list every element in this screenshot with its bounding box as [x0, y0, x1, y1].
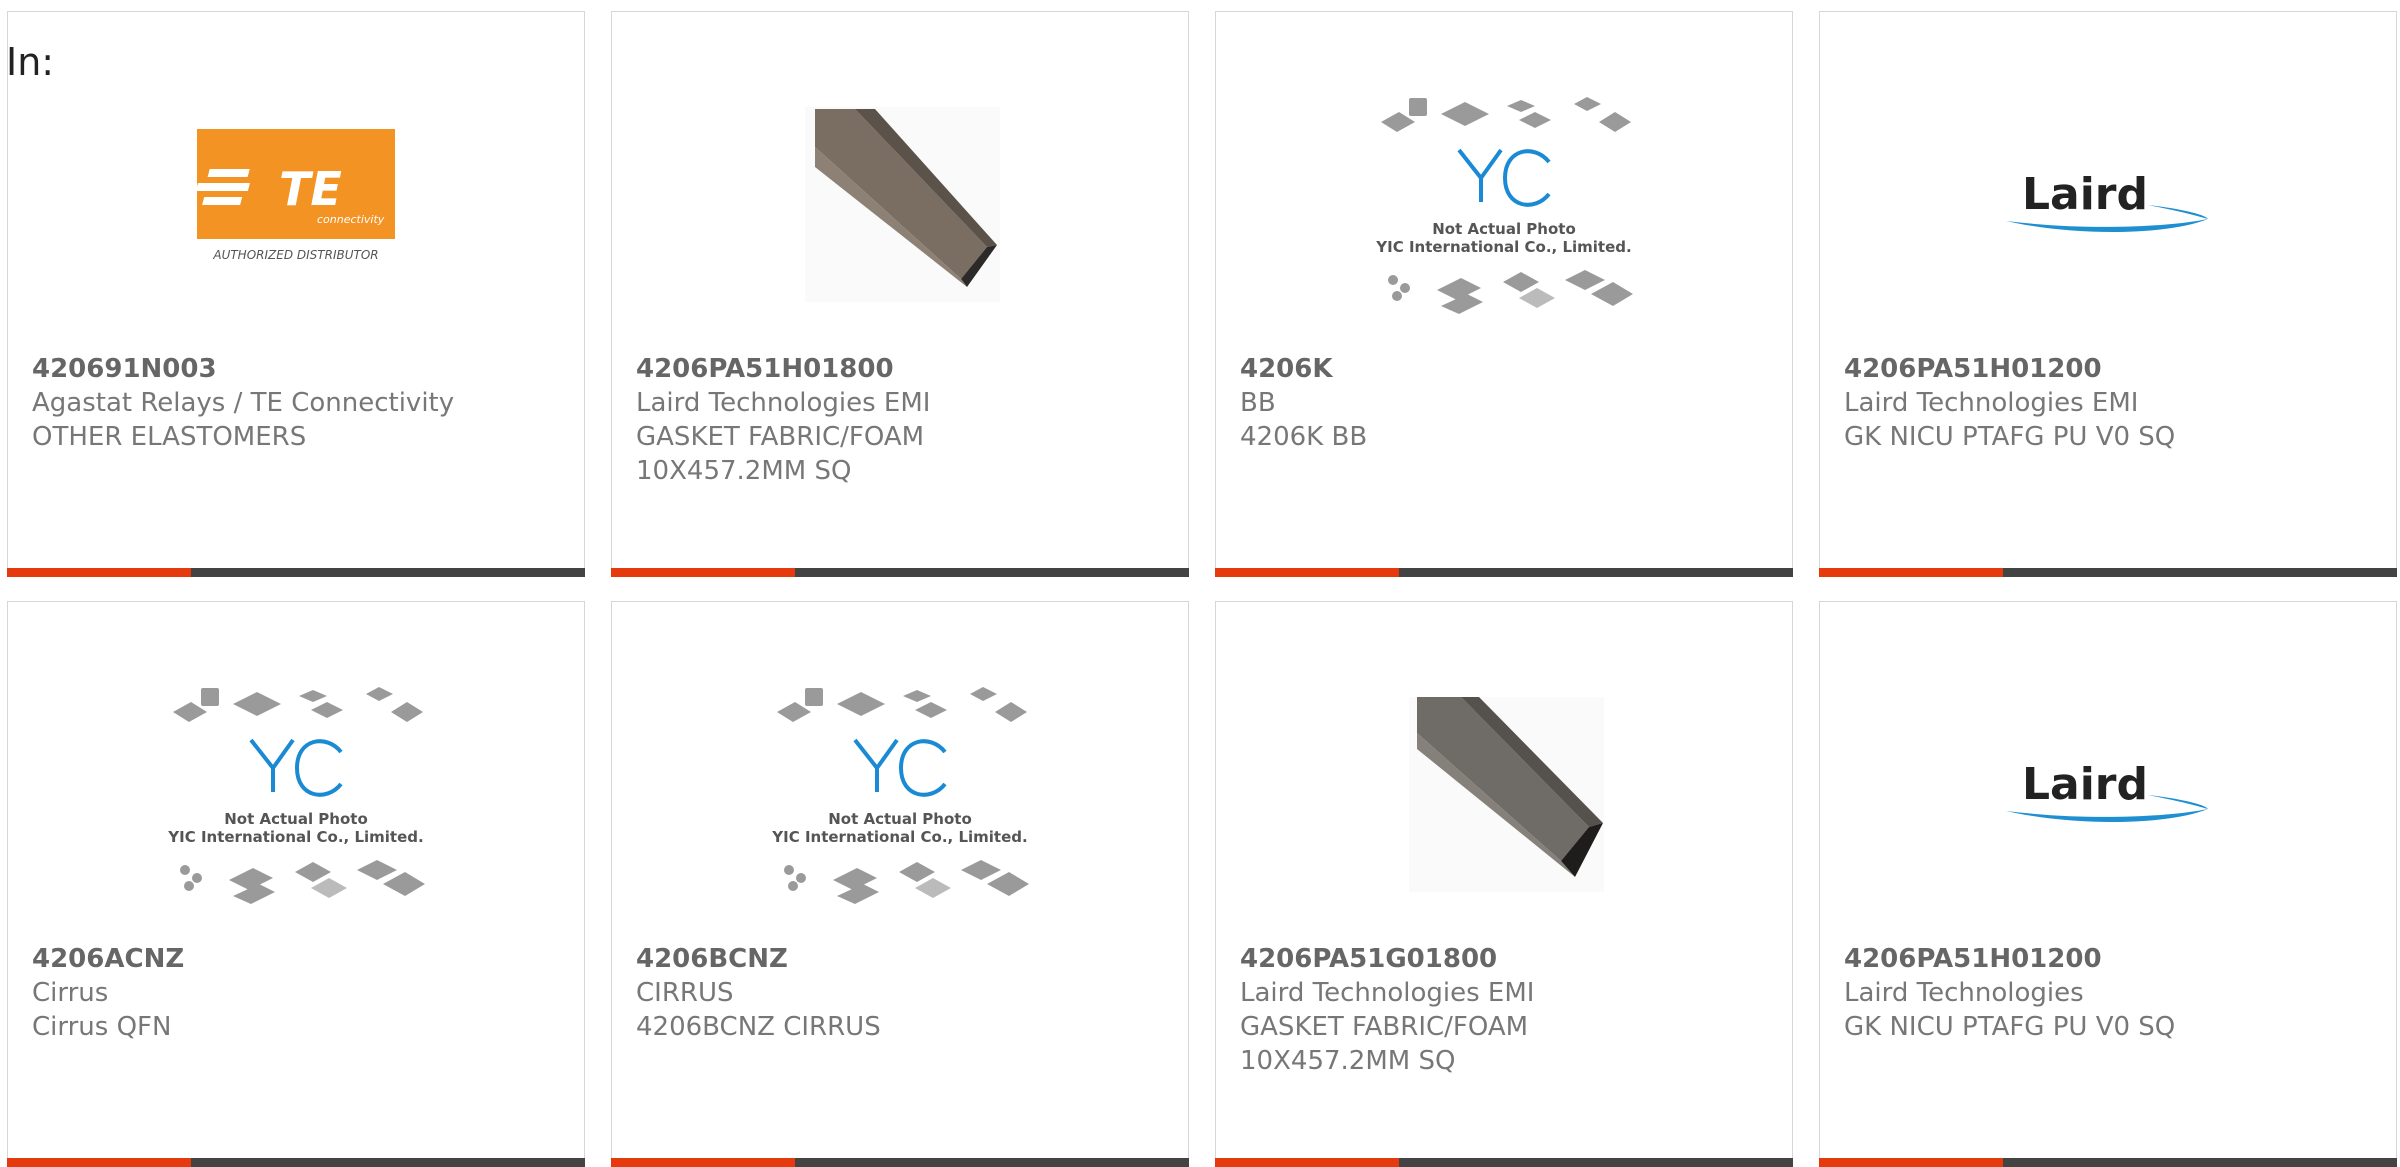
- yic-placeholder: Not Actual Photo YIC International Co., …: [167, 687, 425, 904]
- product-card[interactable]: TE connectivity AUTHORIZED DISTRIBUTOR 4…: [7, 11, 585, 577]
- product-card[interactable]: 4206PA51H01800 Laird Technologies EMI GA…: [611, 11, 1189, 577]
- card-bar-accent: [1819, 568, 2003, 577]
- product-info: 4206PA51H01200 Laird Technologies GK NIC…: [1844, 942, 2376, 1044]
- logo-text: TE: [279, 162, 342, 216]
- description-line: 4206K BB: [1240, 422, 1368, 452]
- manufacturer: Agastat Relays / TE Connectivity: [32, 388, 455, 418]
- product-card[interactable]: Not Actual Photo YIC International Co., …: [1215, 11, 1793, 577]
- card-bar-accent: [1215, 568, 1399, 577]
- placeholder-line1: Not Actual Photo: [224, 810, 368, 828]
- laird-logo: Laird: [2006, 169, 2208, 233]
- product-image[interactable]: Laird: [1820, 642, 2396, 942]
- card-bar-accent: [611, 1158, 795, 1167]
- product-card[interactable]: Laird 4206PA51H01200 Laird Technologies …: [1819, 11, 2397, 577]
- product-card[interactable]: Not Actual Photo YIC International Co., …: [7, 601, 585, 1167]
- yic-placeholder: Not Actual Photo YIC International Co., …: [771, 687, 1029, 904]
- card-bar: [7, 568, 585, 577]
- placeholder-line2: YIC International Co., Limited.: [167, 828, 423, 846]
- card-bar-accent: [611, 568, 795, 577]
- description-line: GK NICU PTAFG PU V0 SQ: [1844, 1012, 2176, 1042]
- part-number[interactable]: 4206K: [1240, 352, 1772, 386]
- logo-caption: AUTHORIZED DISTRIBUTOR: [212, 248, 378, 262]
- product-image[interactable]: [1216, 642, 1792, 942]
- product-image[interactable]: Not Actual Photo YIC International Co., …: [612, 642, 1188, 942]
- gasket-bar-photo: [1409, 697, 1604, 892]
- card-bar: [1215, 568, 1793, 577]
- placeholder-line1: Not Actual Photo: [828, 810, 972, 828]
- laird-logo: Laird: [2006, 759, 2208, 823]
- product-image[interactable]: Laird: [1820, 52, 2396, 352]
- description-line: 10X457.2MM SQ: [636, 456, 852, 486]
- product-info: 420691N003 Agastat Relays / TE Connectiv…: [32, 352, 564, 454]
- manufacturer: Laird Technologies: [1844, 978, 2084, 1008]
- placeholder-line1: Not Actual Photo: [1432, 220, 1576, 238]
- description-line: GASKET FABRIC/FOAM: [1240, 1012, 1529, 1042]
- description-line: GK NICU PTAFG PU V0 SQ: [1844, 422, 2176, 452]
- product-grid: TE connectivity AUTHORIZED DISTRIBUTOR 4…: [0, 0, 2400, 1167]
- card-bar-accent: [7, 1158, 191, 1167]
- product-info: 4206PA51G01800 Laird Technologies EMI GA…: [1240, 942, 1772, 1078]
- gasket-bar-photo: [805, 107, 1000, 302]
- product-card[interactable]: Not Actual Photo YIC International Co., …: [611, 601, 1189, 1167]
- product-image[interactable]: [612, 52, 1188, 352]
- product-info: 4206PA51H01800 Laird Technologies EMI GA…: [636, 352, 1168, 488]
- description-line: GASKET FABRIC/FOAM: [636, 422, 925, 452]
- part-number[interactable]: 4206PA51H01200: [1844, 942, 2376, 976]
- product-image[interactable]: Not Actual Photo YIC International Co., …: [1216, 52, 1792, 352]
- description-line: Cirrus QFN: [32, 1012, 172, 1042]
- part-number[interactable]: 4206PA51H01800: [636, 352, 1168, 386]
- product-info: 4206PA51H01200 Laird Technologies EMI GK…: [1844, 352, 2376, 454]
- card-bar-accent: [1819, 1158, 2003, 1167]
- manufacturer: BB: [1240, 388, 1276, 418]
- part-number[interactable]: 4206ACNZ: [32, 942, 564, 976]
- card-bar: [611, 568, 1189, 577]
- logo-text: Laird: [2022, 169, 2148, 220]
- part-number[interactable]: 420691N003: [32, 352, 564, 386]
- filter-label: In:: [6, 40, 55, 84]
- description-line: 10X457.2MM SQ: [1240, 1046, 1456, 1076]
- card-bar: [1819, 568, 2397, 577]
- logo-sub: connectivity: [317, 213, 385, 226]
- manufacturer: Laird Technologies EMI: [636, 388, 931, 418]
- product-image[interactable]: TE connectivity AUTHORIZED DISTRIBUTOR: [8, 52, 584, 352]
- manufacturer: Cirrus: [32, 978, 109, 1008]
- part-number[interactable]: 4206PA51H01200: [1844, 352, 2376, 386]
- card-bar: [1215, 1158, 1793, 1167]
- yic-placeholder: Not Actual Photo YIC International Co., …: [1375, 97, 1633, 314]
- part-number[interactable]: 4206PA51G01800: [1240, 942, 1772, 976]
- product-card[interactable]: 4206PA51G01800 Laird Technologies EMI GA…: [1215, 601, 1793, 1167]
- product-card[interactable]: Laird 4206PA51H01200 Laird Technologies …: [1819, 601, 2397, 1167]
- logo-text: Laird: [2022, 759, 2148, 810]
- manufacturer: Laird Technologies EMI: [1240, 978, 1535, 1008]
- card-bar: [7, 1158, 585, 1167]
- manufacturer: Laird Technologies EMI: [1844, 388, 2139, 418]
- description-line: OTHER ELASTOMERS: [32, 422, 307, 452]
- product-info: 4206BCNZ CIRRUS 4206BCNZ CIRRUS: [636, 942, 1168, 1044]
- product-image[interactable]: Not Actual Photo YIC International Co., …: [8, 642, 584, 942]
- part-number[interactable]: 4206BCNZ: [636, 942, 1168, 976]
- placeholder-line2: YIC International Co., Limited.: [1375, 238, 1631, 256]
- description-line: 4206BCNZ CIRRUS: [636, 1012, 881, 1042]
- card-bar: [1819, 1158, 2397, 1167]
- manufacturer: CIRRUS: [636, 978, 734, 1008]
- card-bar-accent: [1215, 1158, 1399, 1167]
- card-bar-accent: [7, 568, 191, 577]
- card-bar: [611, 1158, 1189, 1167]
- placeholder-line2: YIC International Co., Limited.: [771, 828, 1027, 846]
- te-connectivity-logo: TE connectivity AUTHORIZED DISTRIBUTOR: [195, 129, 395, 262]
- product-info: 4206K BB 4206K BB: [1240, 352, 1772, 454]
- product-info: 4206ACNZ Cirrus Cirrus QFN: [32, 942, 564, 1044]
